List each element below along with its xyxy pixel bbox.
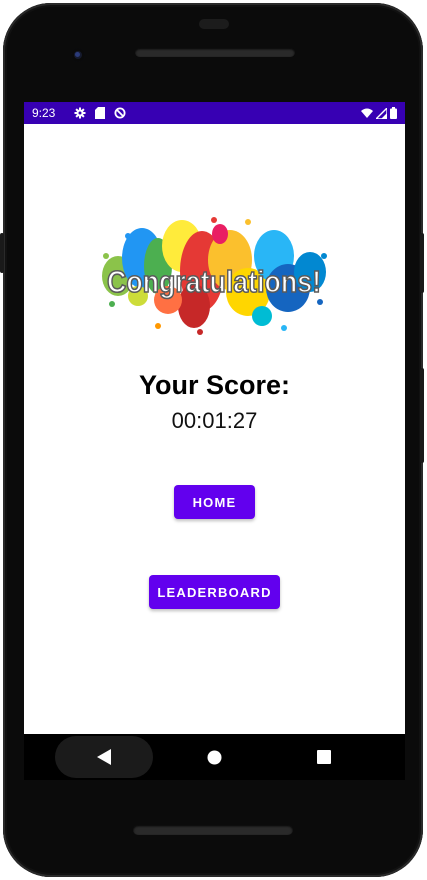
score-value: 00:01:27 bbox=[171, 408, 258, 433]
status-bar: 9:23 bbox=[24, 102, 405, 124]
side-button-left bbox=[0, 233, 4, 273]
cell-signal-icon bbox=[376, 107, 387, 119]
recents-square-icon[interactable] bbox=[308, 746, 340, 768]
sd-card-icon bbox=[95, 107, 106, 119]
power-button bbox=[420, 233, 424, 293]
navigation-bar bbox=[24, 734, 405, 780]
earpiece bbox=[199, 19, 229, 29]
home-circle-icon[interactable] bbox=[198, 746, 230, 768]
volume-button bbox=[420, 368, 424, 463]
home-button[interactable]: HOME bbox=[174, 485, 255, 519]
congratulations-banner: Congratulations! bbox=[98, 216, 330, 338]
status-time: 9:23 bbox=[32, 106, 56, 120]
status-left-group: 9:23 bbox=[32, 106, 126, 120]
sync-icon bbox=[114, 107, 126, 119]
score-label: Your Score: bbox=[138, 370, 291, 400]
banner-text: Congratulations! bbox=[107, 264, 321, 299]
back-triangle-icon[interactable] bbox=[88, 746, 120, 768]
leaderboard-button[interactable]: LEADERBOARD bbox=[149, 575, 280, 609]
status-right-group bbox=[361, 107, 397, 119]
gear-icon bbox=[74, 107, 86, 119]
bottom-speaker-grill bbox=[133, 825, 293, 835]
speaker-grill bbox=[135, 48, 295, 57]
wifi-icon bbox=[361, 108, 373, 119]
battery-icon bbox=[390, 107, 397, 119]
front-camera-icon bbox=[71, 48, 85, 62]
screen: 9:23 Congratulations! Your Score: 00:01:… bbox=[24, 102, 405, 734]
